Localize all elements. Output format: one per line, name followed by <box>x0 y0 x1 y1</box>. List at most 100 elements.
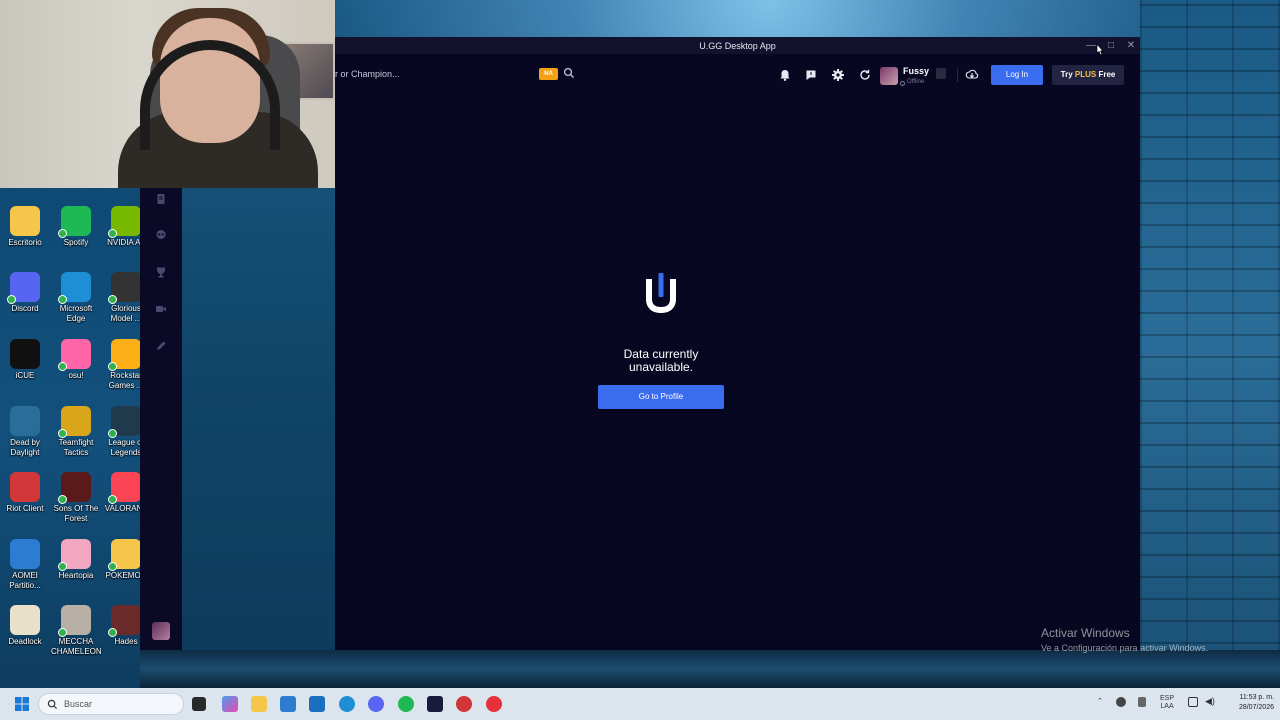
language-indicator[interactable]: ESP LAA <box>1160 695 1174 711</box>
search-input[interactable]: r or Champion... <box>335 69 400 79</box>
desktop-icon[interactable]: Spotify <box>51 206 101 248</box>
app-icon <box>10 406 40 436</box>
wallpaper-right <box>1140 0 1280 688</box>
desktop-icon[interactable]: Discord <box>0 272 50 314</box>
data-unavailable-message: Data currently unavailable. <box>580 348 742 374</box>
volume-icon[interactable]: ◀) <box>1205 696 1215 707</box>
outlook-icon[interactable] <box>309 696 325 712</box>
riot-taskbar-icon[interactable] <box>456 696 472 712</box>
sync-check-icon <box>108 495 117 504</box>
desktop-icon[interactable]: Deadlock <box>0 605 50 647</box>
file-explorer-icon[interactable] <box>251 696 267 712</box>
taskbar-search-box[interactable]: Buscar <box>38 693 184 715</box>
sync-check-icon <box>108 429 117 438</box>
app-icon <box>10 539 40 569</box>
clock-date: 28/07/2026 <box>1238 704 1274 711</box>
close-button[interactable]: ✕ <box>1126 37 1136 54</box>
skull-icon[interactable] <box>155 229 167 241</box>
app-icon <box>108 472 141 504</box>
taskbar-search-icon <box>47 699 58 710</box>
app-icon <box>108 406 141 438</box>
app-icon <box>58 539 91 571</box>
activation-watermark-text: Ve a Configuración para activar Windows. <box>1041 643 1209 653</box>
go-to-profile-button[interactable]: Go to Profile <box>598 385 724 409</box>
desktop-icon-label: Microsoft Edge <box>59 304 93 323</box>
tray-chevron-icon[interactable]: ⌃ <box>1097 697 1103 705</box>
gear-icon[interactable] <box>831 68 845 82</box>
desktop-icon[interactable]: Escritorio <box>0 206 50 248</box>
rank-badge-icon <box>936 68 946 79</box>
login-button[interactable]: Log In <box>991 65 1043 85</box>
sync-check-icon <box>108 562 117 571</box>
desktop-icon-label: MECCHA CHAMELEON <box>51 637 102 656</box>
video-camera-icon[interactable] <box>155 303 167 315</box>
user-avatar[interactable] <box>880 67 898 85</box>
desktop-icon[interactable]: Sons Of The Forest <box>51 472 101 524</box>
refresh-icon[interactable] <box>858 68 872 82</box>
desktop-icon[interactable]: Teamfight Tactics <box>51 406 101 458</box>
app-icon <box>58 605 91 637</box>
bell-icon[interactable] <box>778 68 792 82</box>
riot-client-taskbar-icon[interactable] <box>486 696 502 712</box>
app-icon <box>108 539 141 571</box>
taskbar-clock[interactable]: 11:53 p. m. 28/07/2026 <box>1224 693 1274 713</box>
ugg-app-window <box>335 37 1140 650</box>
network-icon[interactable] <box>1188 697 1198 707</box>
pen-icon[interactable] <box>155 340 167 352</box>
download-icon[interactable] <box>965 68 979 82</box>
discord-icon[interactable] <box>368 696 384 712</box>
app-icon <box>58 339 91 371</box>
usb-icon[interactable] <box>1138 697 1146 707</box>
app-icon <box>108 272 141 304</box>
status-dot-icon <box>900 81 905 86</box>
desktop-icon[interactable]: Heartopia <box>51 539 101 581</box>
desktop-icon[interactable]: iCUE <box>0 339 50 381</box>
desktop-icon[interactable]: Dead by Daylight <box>0 406 50 458</box>
sync-check-icon <box>58 562 67 571</box>
desktop-icon[interactable]: osu! <box>51 339 101 381</box>
document-icon[interactable] <box>155 193 167 205</box>
desktop-icon[interactable]: Microsoft Edge <box>51 272 101 324</box>
desktop-icon[interactable]: MECCHA CHAMELEON <box>51 605 102 657</box>
search-icon[interactable] <box>563 67 575 79</box>
window-titlebar[interactable]: U.GG Desktop App — □ ✕ <box>335 37 1140 54</box>
spotify-icon[interactable] <box>398 696 414 712</box>
desktop-icon[interactable]: AOMEI Partitio... <box>0 539 50 591</box>
app-icon <box>58 472 91 504</box>
sync-check-icon <box>7 295 16 304</box>
windows-start-icon[interactable] <box>14 696 30 712</box>
ugg-taskbar-icon[interactable] <box>427 696 443 712</box>
taskbar: Buscar ⌃ ESP LAA ◀) 11:53 p. m. 28/07/20… <box>0 688 1280 720</box>
clock-time: 11:53 p. m. <box>1239 694 1274 701</box>
user-status: Offline <box>907 79 925 85</box>
task-view-icon[interactable] <box>192 697 206 711</box>
sync-check-icon <box>58 628 67 637</box>
tray-app-icon[interactable] <box>1116 697 1126 707</box>
chat-icon[interactable] <box>804 68 818 82</box>
desktop-icon-label: Discord <box>11 304 39 313</box>
app-icon <box>108 605 141 637</box>
desktop-icon[interactable]: Riot Client <box>0 472 50 514</box>
edge-icon[interactable] <box>339 696 355 712</box>
topbar-divider <box>957 68 958 82</box>
store-icon[interactable] <box>280 696 296 712</box>
message-line-2: unavailable. <box>628 360 694 374</box>
sidebar-profile-avatar[interactable] <box>152 622 170 640</box>
app-icon <box>108 339 141 371</box>
copilot-icon[interactable] <box>222 696 238 712</box>
app-icon <box>10 605 40 635</box>
trophy-icon[interactable] <box>155 266 167 278</box>
try-plus-button[interactable]: Try PLUS Free <box>1052 65 1124 85</box>
region-selector[interactable]: NA <box>539 68 558 80</box>
plus-word: PLUS <box>1074 70 1097 79</box>
taskbar-search-placeholder: Buscar <box>64 699 93 709</box>
webcam-overlay <box>0 0 335 188</box>
app-icon <box>10 339 40 369</box>
sync-check-icon <box>58 362 67 371</box>
username[interactable]: Fussy <box>903 66 929 76</box>
maximize-button[interactable]: □ <box>1106 37 1116 54</box>
desktop-icon-label: Teamfight Tactics <box>58 438 94 457</box>
app-icon <box>10 472 40 502</box>
desktop-icon-label: Escritorio <box>8 238 42 247</box>
desktop-icon-label: Deadlock <box>8 637 42 646</box>
